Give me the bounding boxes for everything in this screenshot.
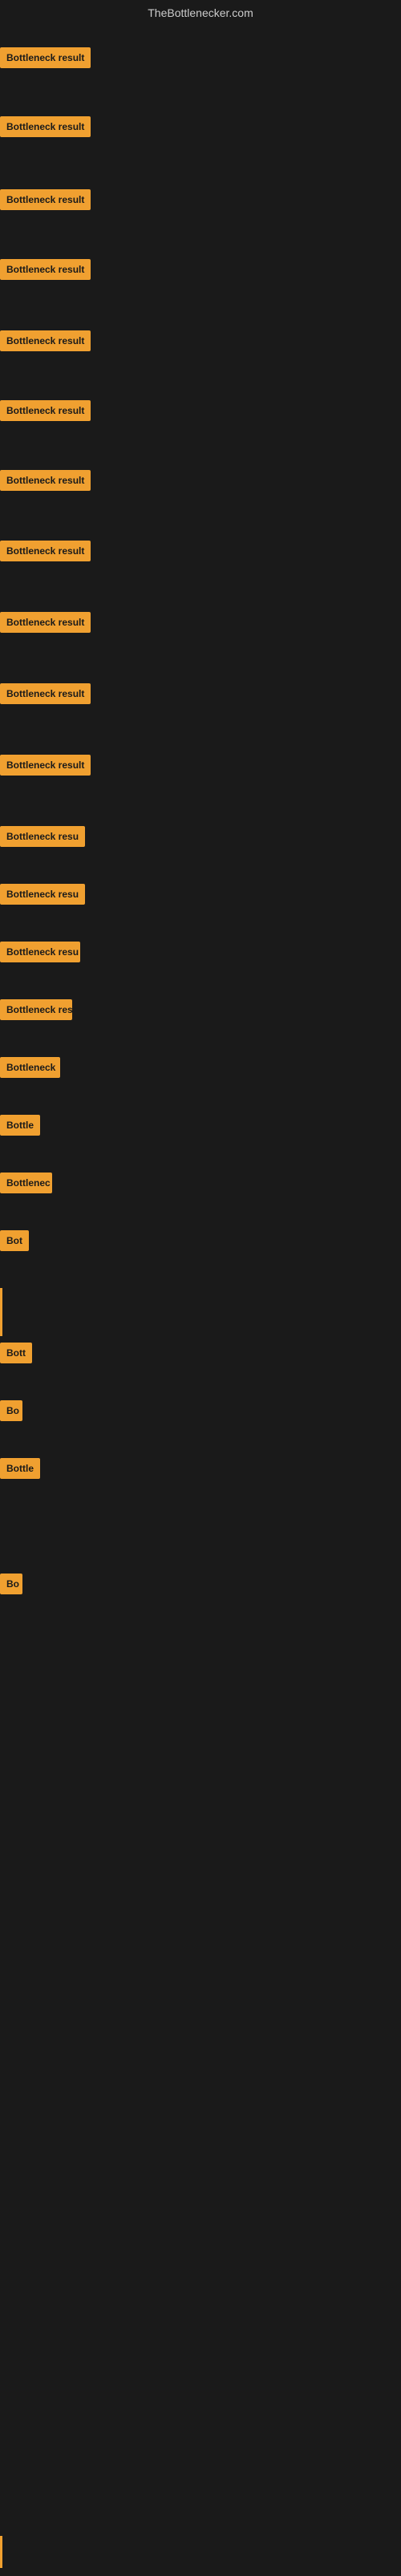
- bottleneck-badge: Bottleneck result: [0, 47, 91, 68]
- content-area: Bottleneck result Bottleneck result Bottle…: [0, 26, 401, 2576]
- bottleneck-badge: Bot: [0, 1230, 29, 1251]
- bottleneck-badge: Bottleneck result: [0, 612, 91, 633]
- bottleneck-badge: Bo: [0, 1574, 22, 1594]
- bottleneck-badge: Bottleneck result: [0, 541, 91, 561]
- bottleneck-badge: Bottleneck resu: [0, 942, 80, 962]
- bottleneck-badge: Bottlenec: [0, 1173, 52, 1193]
- bottleneck-badge: Bottle: [0, 1115, 40, 1136]
- bottleneck-badge: Bottleneck result: [0, 470, 91, 491]
- bottleneck-badge: Bottle: [0, 1458, 40, 1479]
- bottleneck-badge: Bottleneck result: [0, 400, 91, 421]
- bottleneck-badge: Bottleneck result: [0, 755, 91, 776]
- bottleneck-badge: Bott: [0, 1343, 32, 1363]
- vertical-line: [0, 1288, 2, 1336]
- bottleneck-badge: Bottleneck resu: [0, 826, 85, 847]
- site-title: TheBottlenecker.com: [0, 0, 401, 26]
- bottleneck-badge: Bottleneck result: [0, 116, 91, 137]
- bottleneck-badge: Bottleneck resu: [0, 884, 85, 905]
- bottleneck-badge: Bottleneck result: [0, 189, 91, 210]
- bottleneck-badge: Bottleneck res: [0, 999, 72, 1020]
- bottleneck-badge: Bottleneck result: [0, 330, 91, 351]
- bottleneck-badge: Bo: [0, 1400, 22, 1421]
- bottleneck-badge: Bottleneck: [0, 1057, 60, 1078]
- vertical-line: [0, 2536, 2, 2568]
- bottleneck-badge: Bottleneck result: [0, 683, 91, 704]
- bottleneck-badge: Bottleneck result: [0, 259, 91, 280]
